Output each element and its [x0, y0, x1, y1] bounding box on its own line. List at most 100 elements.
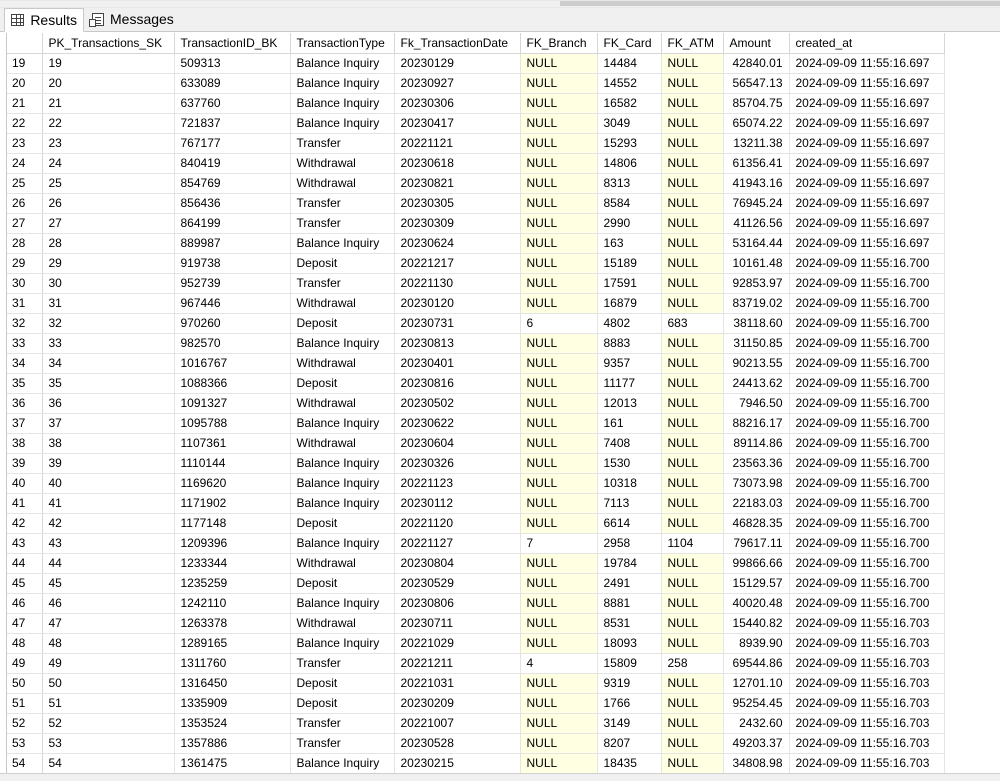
- cell-fk-transactiondate[interactable]: 20230120: [394, 293, 521, 314]
- cell-fk-atm[interactable]: NULL: [661, 173, 724, 194]
- cell-fk-branch[interactable]: NULL: [520, 173, 598, 194]
- cell-created-at[interactable]: 2024-09-09 11:55:16.703: [789, 753, 945, 773]
- cell-fk-card[interactable]: 14806: [597, 153, 662, 174]
- cell-pk-transactions-sk[interactable]: 47: [42, 613, 175, 634]
- cell-fk-atm[interactable]: NULL: [661, 73, 724, 94]
- cell-fk-transactiondate[interactable]: 20230309: [394, 213, 521, 234]
- cell-transactiontype[interactable]: Withdrawal: [290, 393, 395, 414]
- cell-transactionid-bk[interactable]: 1316450: [174, 673, 291, 694]
- cell-fk-atm[interactable]: NULL: [661, 733, 724, 754]
- cell-transactionid-bk[interactable]: 1016767: [174, 353, 291, 374]
- table-row[interactable]: 45 45 1235259 Deposit 20230529 NULL 2491 NULL 15…: [7, 573, 945, 594]
- cell-transactionid-bk[interactable]: 1088366: [174, 373, 291, 394]
- cell-created-at[interactable]: 2024-09-09 11:55:16.697: [789, 93, 945, 114]
- table-row[interactable]: 34 34 1016767 Withdrawal 20230401 NULL 9357 NUL…: [7, 353, 945, 374]
- row-number-cell[interactable]: 24: [7, 153, 43, 174]
- cell-fk-card[interactable]: 161: [597, 413, 662, 434]
- cell-fk-atm[interactable]: NULL: [661, 713, 724, 734]
- cell-created-at[interactable]: 2024-09-09 11:55:16.697: [789, 153, 945, 174]
- cell-fk-atm[interactable]: NULL: [661, 673, 724, 694]
- row-number-cell[interactable]: 23: [7, 133, 43, 154]
- cell-fk-transactiondate[interactable]: 20221123: [394, 473, 521, 494]
- cell-fk-card[interactable]: 3049: [597, 113, 662, 134]
- cell-created-at[interactable]: 2024-09-09 11:55:16.700: [789, 573, 945, 594]
- table-row[interactable]: 25 25 854769 Withdrawal 20230821 NULL 8313 NULL…: [7, 173, 945, 194]
- cell-fk-branch[interactable]: NULL: [520, 493, 598, 514]
- cell-fk-card[interactable]: 10318: [597, 473, 662, 494]
- cell-created-at[interactable]: 2024-09-09 11:55:16.697: [789, 53, 945, 74]
- cell-fk-branch[interactable]: NULL: [520, 293, 598, 314]
- cell-pk-transactions-sk[interactable]: 48: [42, 633, 175, 654]
- cell-fk-atm[interactable]: NULL: [661, 193, 724, 214]
- cell-transactionid-bk[interactable]: 1361475: [174, 753, 291, 773]
- cell-transactiontype[interactable]: Deposit: [290, 373, 395, 394]
- cell-amount[interactable]: 76945.24: [723, 193, 790, 214]
- cell-fk-branch[interactable]: NULL: [520, 753, 598, 773]
- cell-fk-transactiondate[interactable]: 20221120: [394, 513, 521, 534]
- column-header-fk-transactiondate[interactable]: Fk_TransactionDate: [394, 33, 521, 54]
- cell-transactionid-bk[interactable]: 1177148: [174, 513, 291, 534]
- cell-transactiontype[interactable]: Balance Inquiry: [290, 633, 395, 654]
- table-row[interactable]: 47 47 1263378 Withdrawal 20230711 NULL 8531 NUL…: [7, 613, 945, 634]
- cell-fk-transactiondate[interactable]: 20230529: [394, 573, 521, 594]
- cell-fk-card[interactable]: 3149: [597, 713, 662, 734]
- cell-pk-transactions-sk[interactable]: 40: [42, 473, 175, 494]
- cell-pk-transactions-sk[interactable]: 52: [42, 713, 175, 734]
- cell-amount[interactable]: 12701.10: [723, 673, 790, 694]
- cell-fk-atm[interactable]: 258: [661, 653, 724, 674]
- cell-amount[interactable]: 41943.16: [723, 173, 790, 194]
- cell-pk-transactions-sk[interactable]: 44: [42, 553, 175, 574]
- cell-transactiontype[interactable]: Withdrawal: [290, 553, 395, 574]
- cell-fk-branch[interactable]: NULL: [520, 53, 598, 74]
- cell-pk-transactions-sk[interactable]: 26: [42, 193, 175, 214]
- cell-amount[interactable]: 61356.41: [723, 153, 790, 174]
- cell-pk-transactions-sk[interactable]: 23: [42, 133, 175, 154]
- cell-fk-atm[interactable]: NULL: [661, 53, 724, 74]
- cell-transactiontype[interactable]: Deposit: [290, 253, 395, 274]
- row-number-cell[interactable]: 51: [7, 693, 43, 714]
- cell-fk-atm[interactable]: NULL: [661, 473, 724, 494]
- cell-amount[interactable]: 56547.13: [723, 73, 790, 94]
- table-row[interactable]: 44 44 1233344 Withdrawal 20230804 NULL 19784 NU…: [7, 553, 945, 574]
- row-number-cell[interactable]: 35: [7, 373, 43, 394]
- cell-amount[interactable]: 22183.03: [723, 493, 790, 514]
- cell-created-at[interactable]: 2024-09-09 11:55:16.700: [789, 433, 945, 454]
- cell-fk-card[interactable]: 15809: [597, 653, 662, 674]
- cell-pk-transactions-sk[interactable]: 53: [42, 733, 175, 754]
- cell-fk-transactiondate[interactable]: 20230927: [394, 73, 521, 94]
- table-row[interactable]: 36 36 1091327 Withdrawal 20230502 NULL 12013 NU…: [7, 393, 945, 414]
- row-number-cell[interactable]: 52: [7, 713, 43, 734]
- cell-pk-transactions-sk[interactable]: 41: [42, 493, 175, 514]
- cell-created-at[interactable]: 2024-09-09 11:55:16.703: [789, 733, 945, 754]
- cell-transactiontype[interactable]: Balance Inquiry: [290, 73, 395, 94]
- cell-fk-transactiondate[interactable]: 20221029: [394, 633, 521, 654]
- cell-fk-card[interactable]: 8313: [597, 173, 662, 194]
- cell-transactionid-bk[interactable]: 1095788: [174, 413, 291, 434]
- row-number-cell[interactable]: 27: [7, 213, 43, 234]
- cell-fk-transactiondate[interactable]: 20230624: [394, 233, 521, 254]
- cell-fk-branch[interactable]: NULL: [520, 613, 598, 634]
- cell-fk-card[interactable]: 8584: [597, 193, 662, 214]
- cell-fk-atm[interactable]: NULL: [661, 293, 724, 314]
- cell-fk-branch[interactable]: NULL: [520, 333, 598, 354]
- cell-pk-transactions-sk[interactable]: 46: [42, 593, 175, 614]
- cell-fk-card[interactable]: 163: [597, 233, 662, 254]
- cell-amount[interactable]: 7946.50: [723, 393, 790, 414]
- cell-fk-card[interactable]: 8207: [597, 733, 662, 754]
- table-row[interactable]: 31 31 967446 Withdrawal 20230120 NULL 16879 NUL…: [7, 293, 945, 314]
- cell-created-at[interactable]: 2024-09-09 11:55:16.697: [789, 113, 945, 134]
- cell-fk-card[interactable]: 2491: [597, 573, 662, 594]
- cell-transactiontype[interactable]: Deposit: [290, 313, 395, 334]
- table-row[interactable]: 48 48 1289165 Balance Inquiry 20221029 NULL 18…: [7, 633, 945, 654]
- cell-transactiontype[interactable]: Transfer: [290, 713, 395, 734]
- cell-transactiontype[interactable]: Balance Inquiry: [290, 453, 395, 474]
- table-row[interactable]: 30 30 952739 Transfer 20221130 NULL 17591 NULL 9…: [7, 273, 945, 294]
- cell-pk-transactions-sk[interactable]: 19: [42, 53, 175, 74]
- cell-fk-branch[interactable]: NULL: [520, 413, 598, 434]
- cell-pk-transactions-sk[interactable]: 37: [42, 413, 175, 434]
- cell-amount[interactable]: 31150.85: [723, 333, 790, 354]
- cell-transactionid-bk[interactable]: 1311760: [174, 653, 291, 674]
- cell-fk-transactiondate[interactable]: 20230604: [394, 433, 521, 454]
- cell-fk-card[interactable]: 2990: [597, 213, 662, 234]
- cell-transactiontype[interactable]: Deposit: [290, 573, 395, 594]
